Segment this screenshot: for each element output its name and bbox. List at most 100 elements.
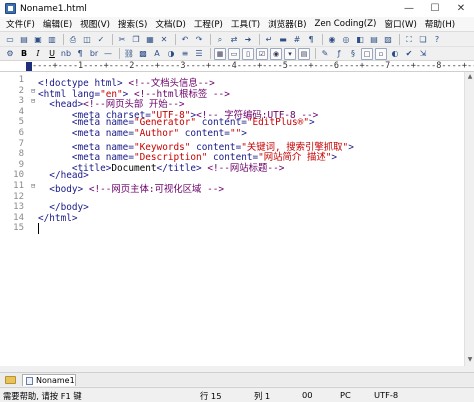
font-icon[interactable]: A [151, 48, 163, 60]
menu-file[interactable]: 文件(F) [6, 18, 35, 30]
html-toolbar-icon[interactable]: ◧ [354, 34, 366, 46]
code-line[interactable]: </body> [38, 202, 89, 213]
toolbar-separator [63, 34, 64, 45]
select-icon[interactable]: ▾ [284, 47, 296, 60]
toolbar-separator [175, 34, 176, 45]
replace-icon[interactable]: ⇄ [228, 34, 240, 46]
browser-icon[interactable]: ◉ [326, 34, 338, 46]
div-icon[interactable]: □ [361, 47, 373, 60]
print-icon[interactable]: ⎙ [67, 34, 79, 46]
minimize-button[interactable]: — [396, 0, 422, 17]
italic-button[interactable]: I [32, 48, 44, 60]
toolbar-separator [112, 34, 113, 45]
center-icon[interactable]: ≡ [179, 48, 191, 60]
code-token-val: "Author" [133, 128, 180, 139]
vertical-scrollbar[interactable]: ▲ ▼ [464, 72, 474, 366]
open-folder-icon[interactable]: ▤ [18, 34, 30, 46]
cut-icon[interactable]: ✂ [116, 34, 128, 46]
menu-search[interactable]: 搜索(S) [118, 18, 147, 30]
code-line[interactable]: </html> [38, 213, 78, 224]
menu-zen-coding[interactable]: Zen Coding(Z) [314, 19, 376, 29]
nbsp-button[interactable]: nb [60, 48, 72, 60]
code-line[interactable]: <meta name="Generator" content="EditPlus… [38, 117, 315, 128]
tab-noname1[interactable]: Noname1 [22, 374, 76, 386]
window-controls: — ☐ ✕ [396, 0, 474, 17]
menu-document[interactable]: 文档(D) [155, 18, 186, 30]
full-screen-icon[interactable]: ⛶ [403, 34, 415, 46]
window-icon[interactable]: ❏ [417, 34, 429, 46]
textarea-icon[interactable]: ▤ [298, 47, 310, 60]
code-token-tag: content= [196, 117, 247, 129]
maximize-button[interactable]: ☐ [422, 0, 448, 17]
radio-icon[interactable]: ◉ [270, 47, 282, 60]
menu-help[interactable]: 帮助(H) [425, 18, 455, 30]
scroll-up-arrow-icon[interactable]: ▲ [466, 73, 474, 82]
settings-icon[interactable]: ⚙ [4, 48, 16, 60]
list-icon[interactable]: ☰ [193, 48, 205, 60]
help-icon[interactable]: ? [431, 34, 443, 46]
line-number-icon[interactable]: # [291, 34, 303, 46]
preview-icon[interactable]: ◎ [340, 34, 352, 46]
break-button[interactable]: br [88, 48, 100, 60]
menu-tools[interactable]: 工具(T) [231, 18, 260, 30]
cliptext-icon[interactable]: ▤ [368, 34, 380, 46]
new-file-icon[interactable]: ▭ [4, 34, 16, 46]
code-line[interactable]: <body> <!--网页主体:可视化区域 --> [38, 181, 224, 195]
word-wrap-icon[interactable]: ↵ [263, 34, 275, 46]
save-icon[interactable]: ▣ [32, 34, 44, 46]
link-icon[interactable]: ⛓ [123, 48, 135, 60]
image-icon[interactable]: ▩ [137, 48, 149, 60]
copy-icon[interactable]: ❐ [130, 34, 142, 46]
table-icon[interactable]: ▦ [214, 47, 226, 60]
paragraph-button[interactable]: ¶ [74, 48, 86, 60]
script-icon[interactable]: ƒ [333, 48, 345, 60]
code-editor[interactable]: 1 2 ⊟ 3 ⊟ 4 5 6 7 8 9 10 11 ⊟ 12 13 14 15 <!doctype html>… [0, 72, 474, 366]
span-icon[interactable]: ▫ [375, 47, 387, 60]
comment-icon[interactable]: ✎ [319, 48, 331, 60]
menu-project[interactable]: 工程(P) [194, 18, 223, 30]
whitespace-icon[interactable]: ¶ [305, 34, 317, 46]
menu-view[interactable]: 视图(V) [80, 18, 110, 30]
preview-browser-icon[interactable]: ◐ [389, 48, 401, 60]
find-icon[interactable]: ⌕ [214, 34, 226, 46]
format-icon[interactable]: ⇲ [417, 48, 429, 60]
style-icon[interactable]: § [347, 48, 359, 60]
color-icon[interactable]: ◑ [165, 48, 177, 60]
underline-button[interactable]: U [46, 48, 58, 60]
form-icon[interactable]: ▭ [228, 47, 240, 60]
fold-toggle-icon[interactable]: ⊟ [31, 87, 35, 95]
undo-icon[interactable]: ↶ [179, 34, 191, 46]
scroll-down-arrow-icon[interactable]: ▼ [466, 356, 474, 365]
toolbar-separator [259, 34, 260, 45]
go-to-icon[interactable]: ➜ [242, 34, 254, 46]
code-token-tag: > [308, 117, 315, 129]
code-line[interactable]: <meta name="Author" content=""> [38, 128, 247, 139]
paste-icon[interactable]: ▦ [144, 34, 156, 46]
menu-window[interactable]: 窗口(W) [384, 18, 416, 30]
save-all-icon[interactable]: ▥ [46, 34, 58, 46]
ruler-icon[interactable]: ▬ [277, 34, 289, 46]
delete-icon[interactable]: ✕ [158, 34, 170, 46]
code-line[interactable]: </head> [38, 170, 89, 181]
spell-check-icon[interactable]: ✓ [95, 34, 107, 46]
code-token-tag: > [331, 152, 337, 164]
directory-icon[interactable]: ▨ [382, 34, 394, 46]
code-token-com: <!--网站标题--> [207, 162, 285, 174]
status-column: 列 1 [254, 391, 271, 401]
hr-button[interactable]: — [102, 48, 114, 60]
redo-icon[interactable]: ↷ [193, 34, 205, 46]
close-button[interactable]: ✕ [448, 0, 474, 17]
editplus-app-icon [5, 3, 16, 14]
fold-toggle-icon[interactable]: ⊟ [31, 97, 35, 105]
checkbox-icon[interactable]: ☑ [256, 47, 268, 60]
fold-toggle-icon[interactable]: ⊟ [31, 182, 35, 190]
bold-button[interactable]: B [18, 48, 30, 60]
folder-icon[interactable] [5, 376, 16, 384]
menu-browser[interactable]: 浏览器(B) [268, 18, 306, 30]
input-icon[interactable]: ▯ [242, 47, 254, 60]
validate-icon[interactable]: ✔ [403, 48, 415, 60]
text-caret [38, 223, 39, 235]
print-preview-icon[interactable]: ◫ [81, 34, 93, 46]
menu-edit[interactable]: 编辑(E) [43, 18, 72, 30]
